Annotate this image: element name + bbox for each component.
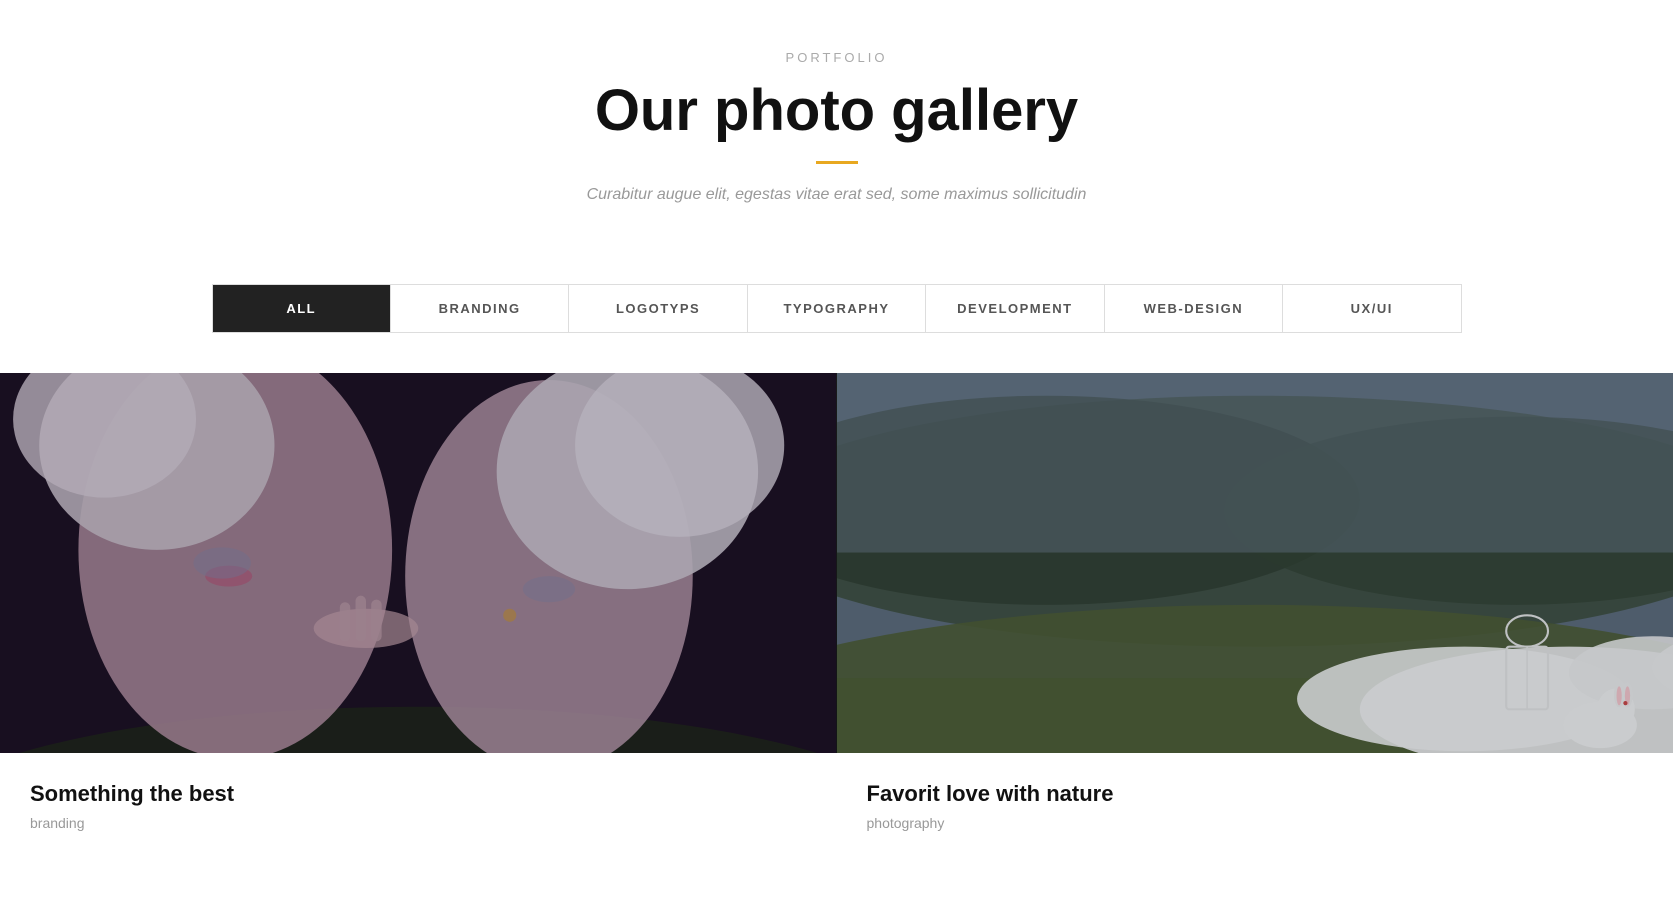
gallery-item-title-2: Favorit love with nature bbox=[867, 781, 1644, 807]
gallery-caption-1: Something the best branding bbox=[0, 753, 837, 851]
gallery-item-2[interactable]: Favorit love with nature photography bbox=[837, 373, 1673, 851]
portfolio-label: PORTFOLIO bbox=[20, 50, 1653, 65]
gallery-item-category-1: branding bbox=[30, 815, 807, 831]
gallery-grid: Something the best branding bbox=[0, 373, 1673, 851]
gallery-image-2 bbox=[837, 373, 1673, 753]
gallery-item-category-2: photography bbox=[867, 815, 1644, 831]
filter-tab-logotyps[interactable]: LOGOTYPS bbox=[569, 285, 747, 332]
filter-tab-development[interactable]: DEVELOPMENT bbox=[926, 285, 1104, 332]
gallery-item-1[interactable]: Something the best branding bbox=[0, 373, 837, 851]
header-section: PORTFOLIO Our photo gallery Curabitur au… bbox=[0, 0, 1673, 244]
face-illustration-2 bbox=[837, 373, 1673, 753]
filter-tab-typography[interactable]: TYPOGRAPHY bbox=[748, 285, 926, 332]
filter-tab-ux-ui[interactable]: UX/UI bbox=[1283, 285, 1460, 332]
gallery-image-1 bbox=[0, 373, 837, 753]
filter-tab-all[interactable]: ALL bbox=[213, 285, 391, 332]
filter-tab-web-design[interactable]: WEB-DESIGN bbox=[1105, 285, 1283, 332]
filter-tab-branding[interactable]: BRANDING bbox=[391, 285, 569, 332]
page-wrapper: PORTFOLIO Our photo gallery Curabitur au… bbox=[0, 0, 1673, 851]
subtitle-text: Curabitur augue elit, egestas vitae erat… bbox=[20, 186, 1653, 204]
filter-bar: ALL BRANDING LOGOTYPS TYPOGRAPHY DEVELOP… bbox=[212, 284, 1462, 333]
title-divider bbox=[816, 161, 858, 164]
face-illustration-1 bbox=[0, 373, 837, 753]
gallery-caption-2: Favorit love with nature photography bbox=[837, 753, 1673, 851]
main-title: Our photo gallery bbox=[20, 79, 1653, 143]
gallery-item-title-1: Something the best bbox=[30, 781, 807, 807]
